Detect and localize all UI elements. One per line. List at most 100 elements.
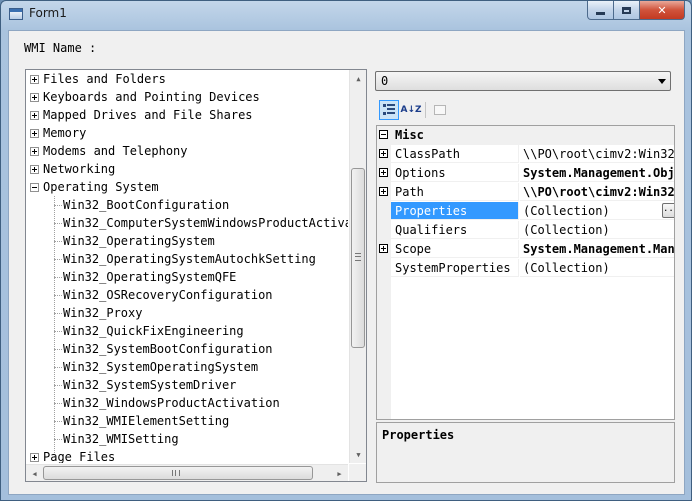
property-row-qualifiers[interactable]: Qualifiers (Collection) bbox=[377, 221, 674, 240]
close-icon: ✕ bbox=[657, 3, 667, 17]
expand-icon[interactable] bbox=[379, 149, 388, 158]
tree-child-item[interactable]: Win32_BootConfiguration bbox=[26, 196, 348, 214]
tree-item-label: Win32_OperatingSystemAutochkSetting bbox=[63, 252, 316, 266]
property-value[interactable]: System.Management.Mana bbox=[520, 240, 674, 258]
property-pages-button[interactable] bbox=[430, 100, 450, 120]
tree-node[interactable]: Networking bbox=[26, 160, 348, 178]
property-row-path[interactable]: Path \\PO\root\cimv2:Win32_ bbox=[377, 183, 674, 202]
property-name[interactable]: SystemProperties bbox=[391, 259, 519, 277]
close-button[interactable]: ✕ bbox=[640, 1, 685, 20]
expand-icon[interactable] bbox=[379, 168, 388, 177]
tree-node[interactable]: Modems and Telephony bbox=[26, 142, 348, 160]
property-name[interactable]: Qualifiers bbox=[391, 221, 519, 239]
tree-child-item[interactable]: Win32_QuickFixEngineering bbox=[26, 322, 348, 340]
minimize-button[interactable] bbox=[587, 1, 614, 20]
tree-vertical-scrollbar[interactable]: ▲ ▼ bbox=[349, 70, 366, 463]
tree-item-label: Files and Folders bbox=[43, 72, 166, 86]
tree-node[interactable]: Page Files bbox=[26, 448, 348, 463]
expand-icon[interactable] bbox=[30, 75, 39, 84]
app-icon[interactable] bbox=[9, 8, 23, 20]
property-name[interactable]: Scope bbox=[391, 240, 519, 258]
toolbar-separator bbox=[425, 102, 426, 118]
ellipsis-button[interactable]: ... bbox=[662, 203, 674, 218]
tree-item-label: Memory bbox=[43, 126, 87, 140]
property-row-properties[interactable]: Properties(Collection)... bbox=[377, 202, 674, 221]
collapse-icon[interactable] bbox=[30, 183, 39, 192]
category-row-misc[interactable]: Misc bbox=[377, 126, 674, 145]
property-value[interactable]: \\PO\root\cimv2:Win32_ bbox=[520, 183, 674, 201]
tree-item-label: Win32_OSRecoveryConfiguration bbox=[63, 288, 273, 302]
property-name[interactable]: ClassPath bbox=[391, 145, 519, 163]
scroll-left-arrow-icon[interactable]: ◀ bbox=[26, 465, 43, 481]
property-name[interactable]: Path bbox=[391, 183, 519, 201]
property-value[interactable]: \\PO\root\cimv2:Win32_ bbox=[520, 145, 675, 163]
property-row-classpath[interactable]: ClassPath \\PO\root\cimv2:Win32_ bbox=[377, 145, 674, 164]
maximize-button[interactable] bbox=[614, 1, 640, 20]
property-value-text: (Collection) bbox=[523, 223, 610, 237]
tree-node[interactable]: Files and Folders bbox=[26, 70, 348, 88]
tree-child-item[interactable]: Win32_OperatingSystemQFE bbox=[26, 268, 348, 286]
property-value[interactable]: (Collection) bbox=[520, 259, 674, 277]
tree-item-label: Win32_OperatingSystem bbox=[63, 234, 215, 248]
tree-horizontal-scrollbar[interactable]: ◀ ▶ bbox=[26, 464, 348, 481]
tree-item-label: Keyboards and Pointing Devices bbox=[43, 90, 260, 104]
tree-child-item[interactable]: Win32_Proxy bbox=[26, 304, 348, 322]
expand-icon[interactable] bbox=[30, 453, 39, 462]
tree-node[interactable]: Memory bbox=[26, 124, 348, 142]
expand-icon[interactable] bbox=[30, 147, 39, 156]
expand-icon[interactable] bbox=[30, 129, 39, 138]
tree-child-item[interactable]: Win32_SystemBootConfiguration bbox=[26, 340, 348, 358]
wmi-class-tree[interactable]: Files and Folders Keyboards and Pointing … bbox=[25, 69, 367, 482]
tree-item-label: Page Files bbox=[43, 450, 116, 463]
scroll-down-arrow-icon[interactable]: ▼ bbox=[350, 446, 366, 463]
tree-item-label: Win32_SystemOperatingSystem bbox=[63, 360, 259, 374]
property-value[interactable]: (Collection) bbox=[520, 221, 674, 239]
scroll-right-arrow-icon[interactable]: ▶ bbox=[331, 465, 348, 481]
tree-horizontal-scroll-thumb[interactable] bbox=[43, 466, 313, 480]
scroll-up-arrow-icon[interactable]: ▲ bbox=[350, 70, 366, 87]
expand-icon[interactable] bbox=[379, 244, 388, 253]
tree-list: Files and Folders Keyboards and Pointing … bbox=[26, 70, 348, 463]
tree-child-item[interactable]: Win32_OperatingSystem bbox=[26, 232, 348, 250]
categorized-button[interactable] bbox=[379, 100, 399, 120]
expand-icon[interactable] bbox=[30, 165, 39, 174]
tree-child-item[interactable]: Win32_ComputerSystemWindowsProductActiva bbox=[26, 214, 348, 232]
property-grid[interactable]: Misc ClassPath \\PO\root\cimv2:Win32_ Opti… bbox=[376, 125, 675, 420]
window-title: Form1 bbox=[29, 6, 67, 20]
property-row-options[interactable]: Options System.Management.Obje bbox=[377, 164, 674, 183]
tree-child-item[interactable]: Win32_WMIElementSetting bbox=[26, 412, 348, 430]
instance-combobox[interactable]: 0 bbox=[375, 71, 671, 91]
collapse-icon[interactable] bbox=[379, 130, 388, 139]
main-window: Form1 ✕ WMI Name : Files and Folders Keyb… bbox=[0, 0, 692, 501]
property-value-text: \\PO\root\cimv2:Win32_ bbox=[523, 147, 675, 161]
tree-child-item[interactable]: Win32_SystemOperatingSystem bbox=[26, 358, 348, 376]
alphabetical-sort-icon: A↓Z bbox=[400, 105, 422, 115]
tree-child-item[interactable]: Win32_OSRecoveryConfiguration bbox=[26, 286, 348, 304]
title-bar[interactable]: Form1 ✕ bbox=[1, 1, 691, 29]
tree-item-label: Win32_WindowsProductActivation bbox=[63, 396, 280, 410]
chevron-down-icon[interactable] bbox=[658, 79, 666, 84]
tree-child-item[interactable]: Win32_WindowsProductActivation bbox=[26, 394, 348, 412]
tree-item-label: Win32_WMISetting bbox=[63, 432, 179, 446]
property-row-systemproperties[interactable]: SystemProperties (Collection) bbox=[377, 259, 674, 278]
property-value[interactable]: (Collection)... bbox=[520, 202, 674, 220]
tree-child-item[interactable]: Win32_OperatingSystemAutochkSetting bbox=[26, 250, 348, 268]
tree-child-item[interactable]: Win32_SystemSystemDriver bbox=[26, 376, 348, 394]
expand-icon[interactable] bbox=[379, 187, 388, 196]
tree-child-item[interactable]: Win32_WMISetting bbox=[26, 430, 348, 448]
expand-icon[interactable] bbox=[30, 111, 39, 120]
property-name[interactable]: Options bbox=[391, 164, 519, 182]
tree-node[interactable]: Operating System bbox=[26, 178, 348, 196]
tree-vertical-scroll-thumb[interactable] bbox=[351, 168, 365, 348]
expand-icon[interactable] bbox=[30, 93, 39, 102]
property-value-text: System.Management.Obje bbox=[523, 166, 675, 180]
tree-node[interactable]: Keyboards and Pointing Devices bbox=[26, 88, 348, 106]
property-name[interactable]: Properties bbox=[391, 202, 519, 220]
tree-item-label: Win32_OperatingSystemQFE bbox=[63, 270, 237, 284]
category-label: Misc bbox=[395, 128, 424, 142]
property-row-scope[interactable]: Scope System.Management.Mana bbox=[377, 240, 674, 259]
alphabetical-button[interactable]: A↓Z bbox=[400, 100, 422, 120]
property-value[interactable]: System.Management.Obje bbox=[520, 164, 675, 182]
tree-item-label: Win32_WMIElementSetting bbox=[63, 414, 230, 428]
tree-node[interactable]: Mapped Drives and File Shares bbox=[26, 106, 348, 124]
